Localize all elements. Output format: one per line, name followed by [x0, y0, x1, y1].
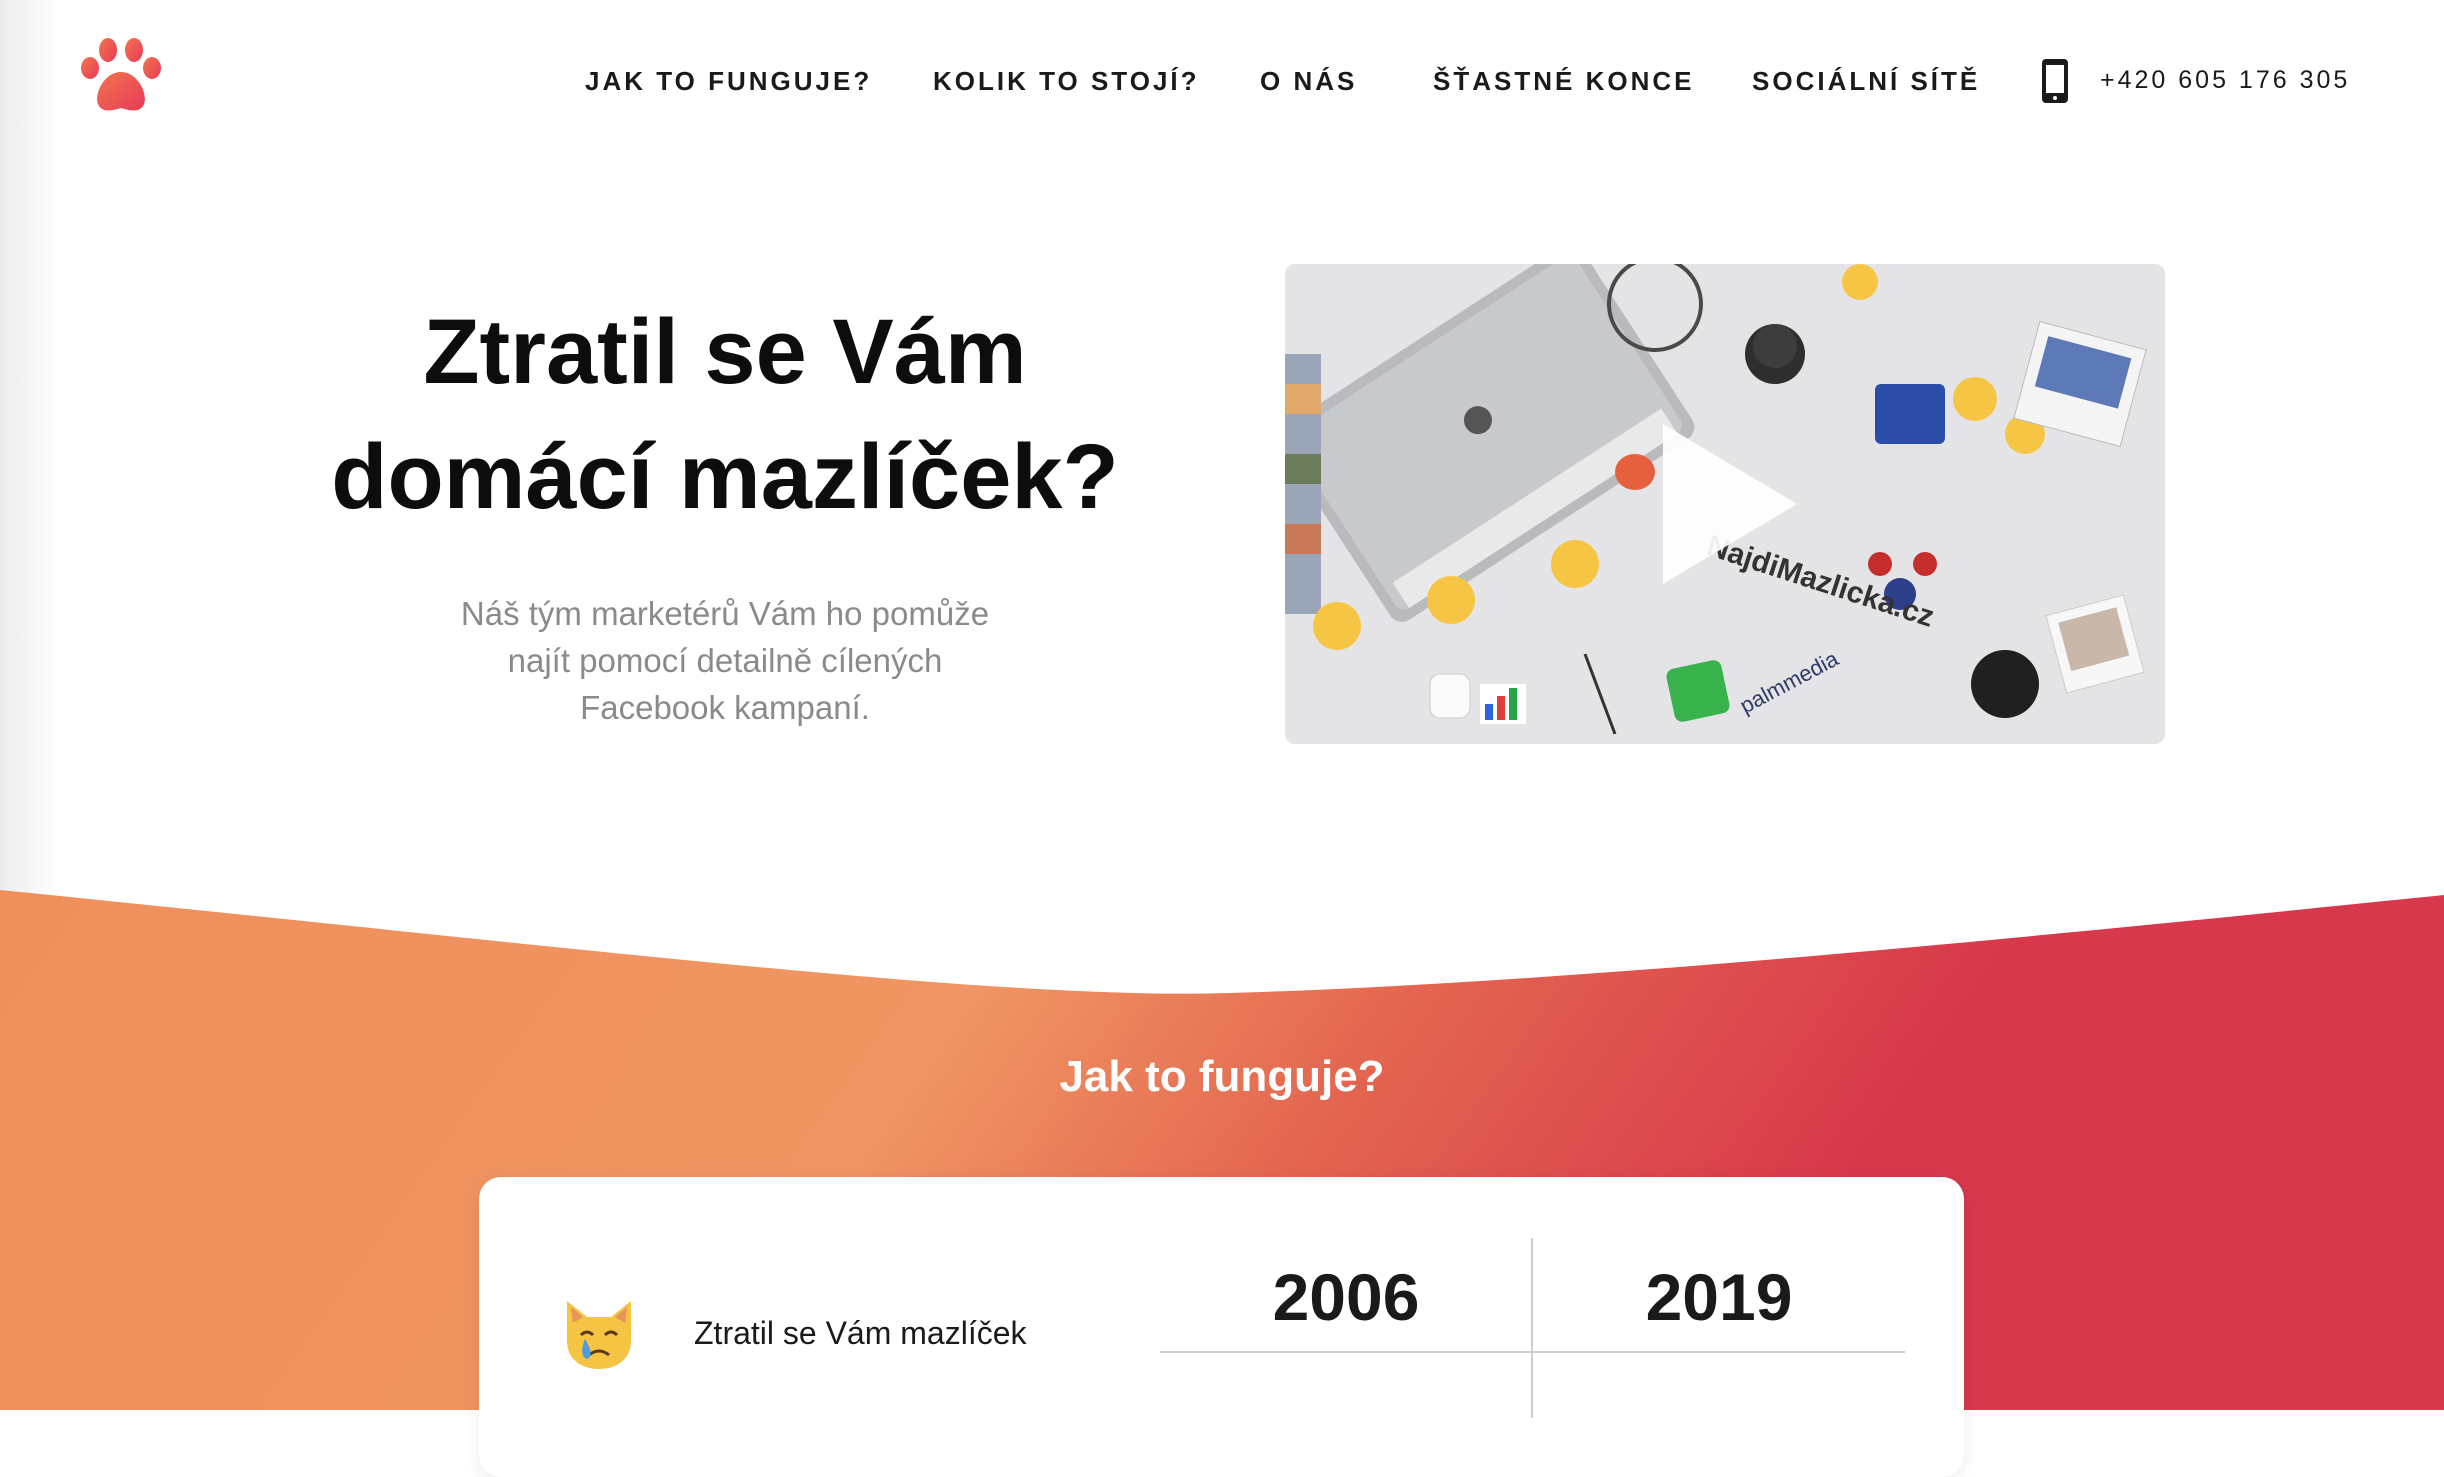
intro-video[interactable]: NajdiMazlicka.cz palmmedia — [1285, 264, 2165, 744]
nav-about-us[interactable]: O NÁS — [1260, 66, 1357, 97]
nav-happy-endings[interactable]: ŠŤASTNÉ KONCE — [1433, 66, 1694, 97]
hero-subtitle-line: Facebook kampaní. — [580, 689, 870, 726]
timeline-card: Ztratil se Vám mazlíček 2006 2019 — [479, 1177, 1964, 1477]
phone-number[interactable]: +420 605 176 305 — [2100, 66, 2350, 95]
play-icon[interactable] — [1663, 424, 1797, 584]
crying-cat-icon — [567, 1301, 631, 1369]
hero-title-line: domácí mazlíček? — [331, 426, 1119, 528]
phone-icon — [2042, 59, 2068, 103]
timeline-row-label: Ztratil se Vám mazlíček — [694, 1315, 1027, 1351]
hero-title: Ztratil se Vám domácí mazlíček? — [330, 290, 1120, 540]
how-it-works-title: Jak to funguje? — [1059, 1052, 1385, 1101]
hero-subtitle-line: Náš tým marketérů Vám ho pomůže — [460, 595, 990, 632]
nav-pricing[interactable]: KOLIK TO STOJÍ? — [933, 66, 1200, 97]
year-column-header: 2006 — [1272, 1260, 1420, 1334]
nav-social-networks[interactable]: SOCIÁLNÍ SÍTĚ — [1752, 66, 1980, 97]
column-divider — [1531, 1238, 1533, 1418]
hero-subtitle-line: najít pomocí detailně cílených — [507, 642, 943, 679]
hero-title-line: Ztratil se Vám — [423, 301, 1027, 403]
paw-icon[interactable] — [78, 36, 164, 116]
hero-subtitle: Náš tým marketérů Vám ho pomůže najít po… — [430, 590, 1020, 731]
row-divider — [1160, 1351, 1905, 1353]
year-column-header: 2019 — [1645, 1260, 1793, 1334]
nav-how-it-works[interactable]: JAK TO FUNGUJE? — [585, 66, 872, 97]
